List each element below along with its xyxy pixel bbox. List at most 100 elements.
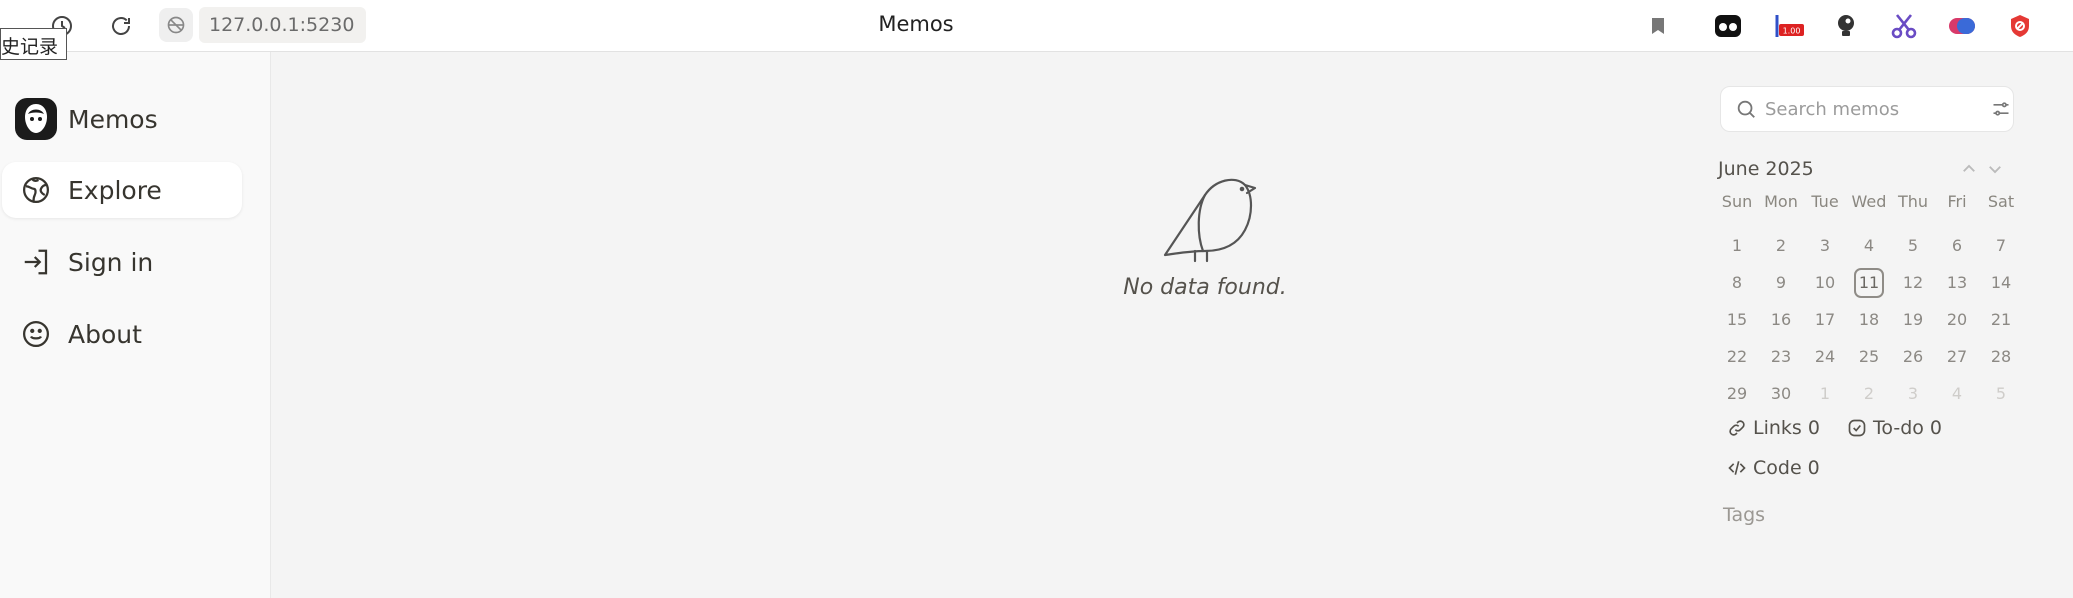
search-input[interactable]	[1765, 98, 1975, 120]
calendar-day-label: 23	[1770, 347, 1792, 366]
calendar-day[interactable]: 3	[1891, 375, 1935, 412]
extension-scissors-icon[interactable]	[1888, 10, 1920, 42]
calendar-day-label: 17	[1814, 310, 1836, 329]
calendar-day[interactable]: 21	[1979, 301, 2023, 338]
sidebar-item-label: Explore	[68, 175, 162, 205]
browser-toolbar: 127.0.0.1:5230 Memos 1.00	[0, 0, 2073, 52]
calendar-day-label: 30	[1770, 384, 1792, 403]
calendar-weekday: Sun	[1721, 192, 1753, 211]
calendar-day-label: 9	[1775, 273, 1787, 292]
sidebar-item-label: About	[68, 319, 142, 349]
calendar-day-label: 25	[1858, 347, 1880, 366]
extension-bulb-icon[interactable]	[1830, 10, 1862, 42]
calendar-day-label: 26	[1902, 347, 1924, 366]
calendar-day[interactable]: 17	[1803, 301, 1847, 338]
bird-icon	[1163, 178, 1257, 263]
calendar-day[interactable]: 3	[1803, 227, 1847, 264]
calendar-day[interactable]: 23	[1759, 338, 1803, 375]
extension-translate-icon[interactable]	[1946, 10, 1978, 42]
calendar-day[interactable]: 14	[1979, 264, 2023, 301]
calendar-day[interactable]: 6	[1935, 227, 1979, 264]
calendar-day[interactable]: 11	[1847, 264, 1891, 301]
calendar-day[interactable]: 18	[1847, 301, 1891, 338]
calendar-day[interactable]: 10	[1803, 264, 1847, 301]
calendar-day-label: 4	[1863, 236, 1875, 255]
calendar-day[interactable]: 16	[1759, 301, 1803, 338]
calendar-day[interactable]: 19	[1891, 301, 1935, 338]
calendar-day[interactable]: 8	[1715, 264, 1759, 301]
extension-shield-icon[interactable]	[2004, 10, 2036, 42]
todo-stat[interactable]: To-do 0	[1847, 413, 1942, 443]
sidebar-item-explore[interactable]: Explore	[2, 162, 242, 218]
calendar-day[interactable]: 2	[1847, 375, 1891, 412]
calendar-day-label: 3	[1907, 384, 1919, 403]
calendar-day-label: 29	[1726, 384, 1748, 403]
calendar-day[interactable]: 4	[1935, 375, 1979, 412]
extension-flag-icon[interactable]: 1.00	[1774, 10, 1806, 42]
calendar-day[interactable]: 20	[1935, 301, 1979, 338]
calendar-day-label: 16	[1770, 310, 1792, 329]
calendar-day-label: 20	[1946, 310, 1968, 329]
memos-logo-icon	[15, 98, 57, 140]
calendar-day[interactable]: 30	[1759, 375, 1803, 412]
sidebar-item-label: Memos	[68, 104, 158, 134]
chevron-up-icon[interactable]	[1958, 158, 1980, 180]
calendar-day[interactable]: 15	[1715, 301, 1759, 338]
calendar-day-label: 5	[1907, 236, 1919, 255]
calendar-day-label: 10	[1814, 273, 1836, 292]
sidebar-item-sign-in[interactable]: Sign in	[2, 234, 242, 290]
sidebar-item-memos[interactable]: Memos	[2, 91, 242, 147]
calendar-weekday: Sat	[1987, 192, 2015, 211]
calendar-day[interactable]: 29	[1715, 375, 1759, 412]
calendar-day[interactable]: 13	[1935, 264, 1979, 301]
calendar-day[interactable]: 27	[1935, 338, 1979, 375]
extension-badge: 1.00	[1783, 27, 1801, 36]
calendar-day[interactable]: 24	[1803, 338, 1847, 375]
calendar-day-label: 13	[1946, 273, 1968, 292]
calendar-day[interactable]: 1	[1803, 375, 1847, 412]
calendar-day[interactable]: 2	[1759, 227, 1803, 264]
calendar-day-label: 8	[1731, 273, 1743, 292]
calendar-day-label: 14	[1990, 273, 2012, 292]
filter-settings-icon[interactable]	[1991, 99, 2011, 119]
calendar-day[interactable]: 5	[1891, 227, 1935, 264]
calendar-day-label: 2	[1863, 384, 1875, 403]
extension-glasses-icon[interactable]	[1712, 10, 1744, 42]
calendar-day[interactable]: 7	[1979, 227, 2023, 264]
calendar-day[interactable]: 22	[1715, 338, 1759, 375]
calendar-day-label: 18	[1858, 310, 1880, 329]
calendar-weekday: Wed	[1851, 192, 1887, 211]
calendar-weekday: Mon	[1764, 192, 1798, 211]
chevron-down-icon[interactable]	[1984, 158, 2006, 180]
calendar-day-label: 6	[1951, 236, 1963, 255]
calendar-day-label: 5	[1995, 384, 2007, 403]
calendar-day[interactable]: 26	[1891, 338, 1935, 375]
calendar-day[interactable]: 9	[1759, 264, 1803, 301]
search-box[interactable]	[1720, 86, 2014, 132]
calendar-day[interactable]: 28	[1979, 338, 2023, 375]
calendar-day-label: 28	[1990, 347, 2012, 366]
bookmark-icon[interactable]	[1642, 10, 1674, 42]
calendar-day[interactable]: 4	[1847, 227, 1891, 264]
sidebar-item-label: Sign in	[68, 247, 154, 277]
sidebar-item-about[interactable]: About	[2, 306, 242, 362]
calendar-day-label: 24	[1814, 347, 1836, 366]
code-stat-label: Code 0	[1753, 457, 1820, 479]
code-stat[interactable]: Code 0	[1727, 453, 1820, 483]
calendar-day[interactable]: 12	[1891, 264, 1935, 301]
calendar-weekday: Thu	[1897, 192, 1929, 211]
calendar-day-label: 27	[1946, 347, 1968, 366]
sidebar: Memos Explore Sign in About	[0, 52, 271, 598]
search-icon	[1737, 100, 1755, 118]
calendar-header: June 2025	[1718, 156, 2014, 184]
tags-label: Tags	[1723, 504, 1766, 526]
calendar-day[interactable]: 5	[1979, 375, 2023, 412]
memos-logo-wrap	[14, 97, 58, 141]
calendar-day-label: 4	[1951, 384, 1963, 403]
calendar-day-label: 21	[1990, 310, 2012, 329]
links-stat[interactable]: Links 0	[1727, 413, 1820, 443]
calendar-day[interactable]: 25	[1847, 338, 1891, 375]
calendar-day-label: 22	[1726, 347, 1748, 366]
calendar-grid: Sun Mon Tue Wed Thu Fri Sat 1 2 3 4 5 6 7 8 9 10 11 12 13 14…	[1715, 190, 2023, 412]
calendar-day[interactable]: 1	[1715, 227, 1759, 264]
